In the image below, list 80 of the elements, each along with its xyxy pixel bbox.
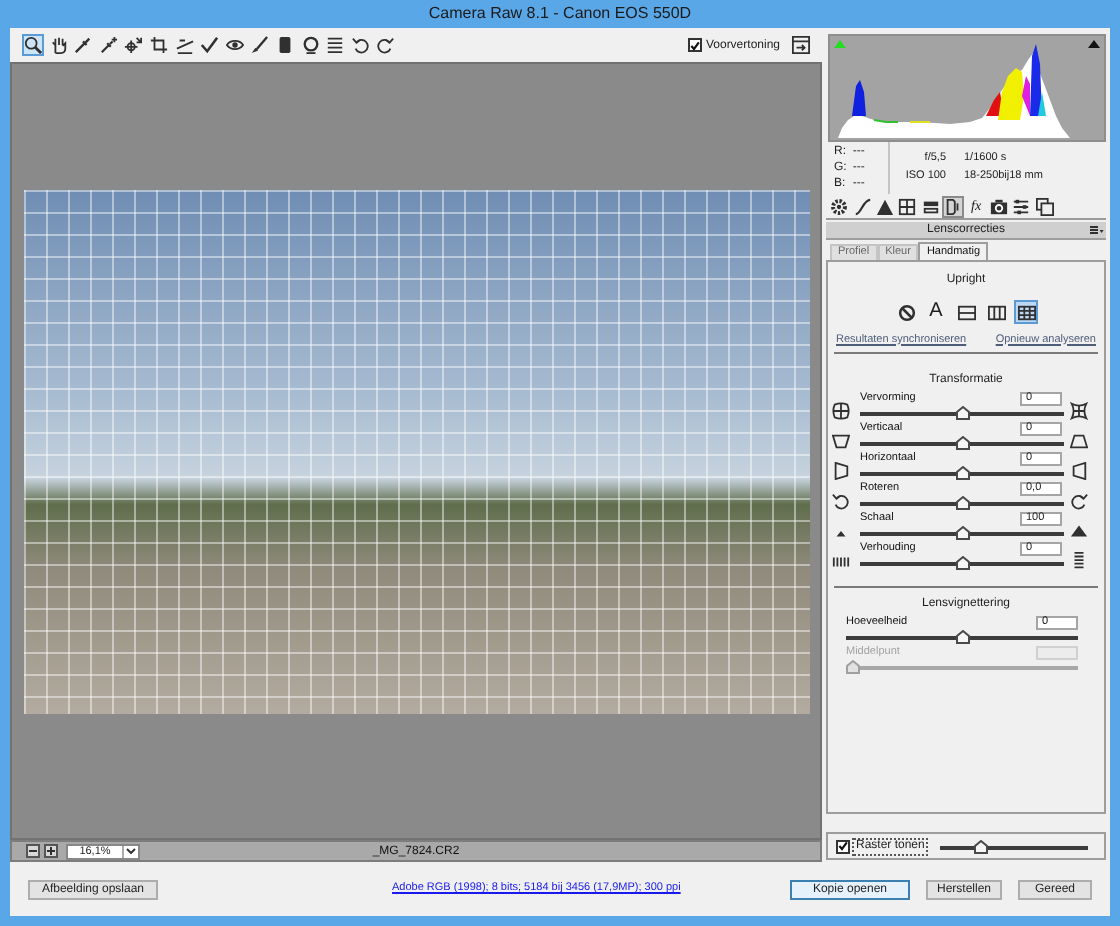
menu-icon[interactable] — [1090, 226, 1104, 236]
panel-tab[interactable] — [896, 196, 920, 218]
upright-button[interactable] — [984, 300, 1008, 324]
caret-icon — [126, 848, 136, 854]
eye-icon — [225, 36, 244, 54]
slider-thumb[interactable] — [955, 526, 969, 540]
panel-tab[interactable] — [941, 196, 965, 218]
minus-icon — [28, 846, 38, 856]
tool-button[interactable] — [299, 34, 322, 56]
tool-button[interactable] — [97, 34, 120, 56]
slider-thumb[interactable] — [955, 436, 969, 450]
tool-button[interactable] — [47, 34, 70, 56]
stripes-icon — [832, 552, 850, 570]
upright-button[interactable] — [1014, 300, 1038, 324]
tool-button[interactable] — [374, 34, 397, 56]
value-field — [1036, 645, 1078, 659]
upright-button[interactable] — [894, 300, 918, 324]
barrel-icon — [832, 402, 850, 420]
sliders-icon — [1012, 198, 1031, 216]
brush-icon — [250, 36, 269, 54]
panel-tab[interactable] — [987, 196, 1011, 218]
triangle-icon — [834, 40, 846, 48]
curve-icon — [853, 198, 872, 216]
pincushion-icon — [1070, 402, 1088, 420]
tool-button[interactable] — [72, 34, 95, 56]
slider-thumb[interactable] — [955, 630, 969, 644]
panel-tab[interactable] — [1033, 196, 1056, 218]
checkbox[interactable] — [836, 839, 850, 853]
tool-button[interactable] — [122, 34, 145, 56]
tool-button[interactable] — [324, 34, 347, 56]
upright-button[interactable]: A — [924, 300, 948, 324]
fullscreen-icon[interactable] — [792, 36, 810, 54]
hand-icon — [49, 36, 68, 54]
tool-button[interactable] — [147, 34, 170, 56]
window-title: Camera Raw 8.1 - Canon EOS 550D — [428, 4, 692, 24]
crosshair-icon — [124, 36, 143, 54]
camera-icon — [989, 198, 1008, 216]
prohibited-icon — [897, 303, 915, 321]
zoom-in-button[interactable] — [44, 844, 58, 858]
frame-horizontal-icon — [957, 303, 975, 321]
stripes-icon — [1070, 552, 1088, 570]
panel-tab[interactable] — [1010, 196, 1034, 218]
rotate-right-icon — [376, 36, 395, 54]
circle-icon — [301, 36, 320, 54]
frame-vertical-icon — [987, 303, 1005, 321]
list-icon — [326, 36, 345, 54]
panel-tab[interactable] — [850, 196, 874, 218]
slider-track[interactable] — [860, 436, 1064, 450]
stack-icon — [1035, 198, 1054, 216]
tool-button[interactable] — [22, 34, 44, 56]
tool-button[interactable] — [223, 34, 246, 56]
mountain-icon — [875, 198, 894, 216]
panel-tab[interactable] — [828, 196, 851, 218]
split-bars-icon — [921, 198, 940, 216]
slider-thumb[interactable] — [955, 496, 969, 510]
panel-tab[interactable] — [919, 196, 942, 218]
grid-icon — [898, 198, 917, 216]
rotate-right-icon — [1070, 492, 1088, 510]
plus-icon — [46, 846, 56, 856]
crop-icon — [149, 36, 168, 54]
eyedropper-icon — [74, 36, 93, 54]
mountain-icon — [1070, 522, 1088, 540]
zoom-out-button[interactable] — [26, 844, 40, 858]
triangle-icon — [1088, 40, 1100, 48]
gear-icon — [830, 198, 849, 216]
slider-track[interactable] — [860, 406, 1064, 420]
checkbox[interactable] — [687, 38, 702, 52]
slider-thumb[interactable] — [955, 406, 969, 420]
slider-thumb[interactable] — [955, 466, 969, 480]
panel-tab[interactable] — [873, 196, 897, 218]
tool-button[interactable] — [349, 34, 372, 56]
magnifier-icon — [24, 36, 42, 54]
slider-thumb[interactable] — [974, 839, 989, 853]
upright-button[interactable] — [954, 300, 978, 324]
rotate-left-icon — [351, 36, 370, 54]
frame-grid-icon — [1017, 303, 1035, 321]
eyedropper-plus-icon — [99, 36, 118, 54]
tool-button[interactable] — [248, 34, 271, 56]
slider-thumb[interactable] — [955, 556, 969, 570]
rotate-left-icon — [832, 492, 850, 510]
